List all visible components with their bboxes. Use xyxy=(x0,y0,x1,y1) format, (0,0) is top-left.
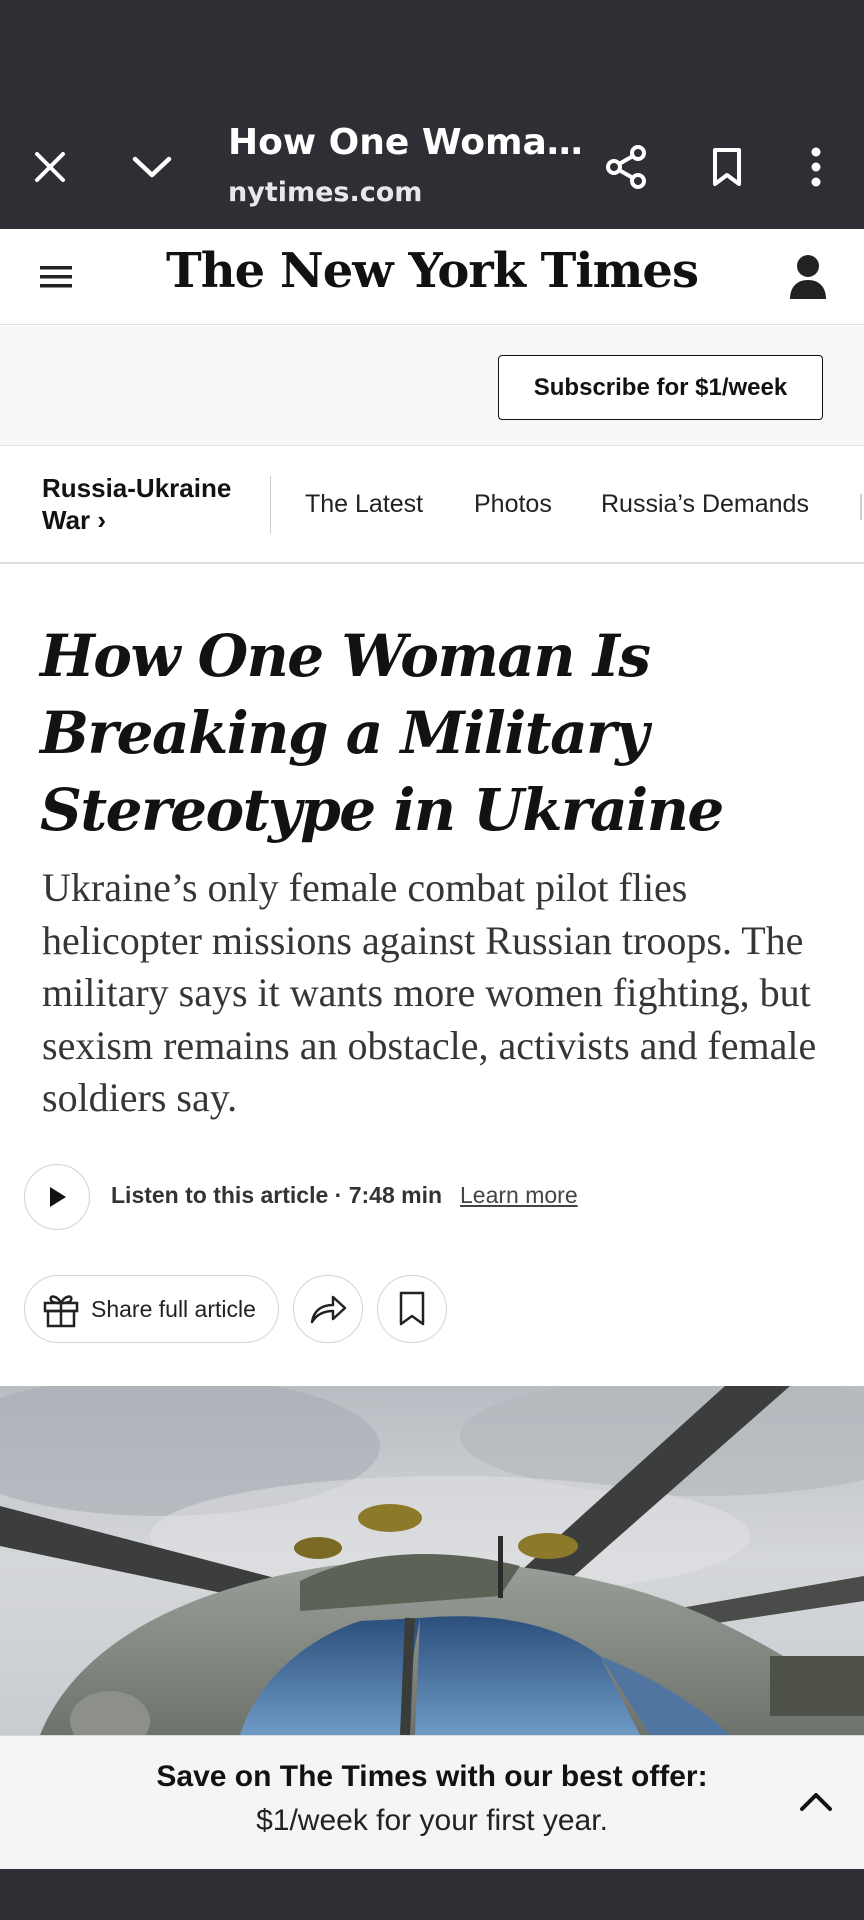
listen-label: Listen to this article · 7:48 min xyxy=(111,1182,443,1208)
close-icon[interactable] xyxy=(18,135,82,199)
share-full-article-button[interactable]: Share full article xyxy=(24,1275,279,1343)
share-icon[interactable] xyxy=(594,135,658,199)
nav-link-russias-demands[interactable]: Russia’s Demands xyxy=(601,490,809,519)
section-link-russia-ukraine-war[interactable]: Russia-Ukraine War › xyxy=(42,472,262,536)
subscribe-bar: Subscribe for $1/week xyxy=(0,326,864,446)
system-nav-bar xyxy=(0,1869,864,1920)
section-nav: Russia-Ukraine War › The Latest Photos R… xyxy=(0,446,864,564)
account-icon[interactable] xyxy=(788,253,832,301)
bookmark-icon[interactable] xyxy=(695,135,759,199)
section-label-line1: Russia-Ukraine xyxy=(42,473,232,503)
nav-link-the-latest[interactable]: The Latest xyxy=(305,490,423,519)
nav-link-photos[interactable]: Photos xyxy=(474,490,552,519)
page-url: nytimes.com xyxy=(228,177,423,208)
nyt-masthead: The New York Times xyxy=(0,229,864,325)
learn-more-link[interactable]: Learn more xyxy=(460,1182,578,1209)
gift-icon xyxy=(43,1295,79,1328)
play-icon xyxy=(50,1187,66,1207)
section-label-line2: War xyxy=(42,505,91,535)
play-button[interactable] xyxy=(24,1164,90,1230)
article-headline: How One Woman Is Breaking a Military Ste… xyxy=(40,622,724,844)
bookmark-outline-icon xyxy=(399,1291,425,1326)
forward-arrow-icon xyxy=(310,1295,347,1324)
share-button[interactable] xyxy=(293,1275,363,1343)
chevron-right-icon: › xyxy=(97,505,107,535)
offer-line1: Save on The Times with our best offer: xyxy=(156,1760,708,1793)
page-title: How One Woma… xyxy=(228,122,583,163)
nav-divider xyxy=(270,476,271,534)
nyt-logo[interactable]: The New York Times xyxy=(0,243,864,299)
chevron-down-icon[interactable] xyxy=(120,135,184,199)
chevron-up-icon[interactable] xyxy=(796,1782,836,1822)
browser-toolbar: How One Woma… nytimes.com xyxy=(0,0,864,229)
more-vert-icon[interactable] xyxy=(784,135,848,199)
article-summary: Ukraine’s only female combat pilot flies… xyxy=(42,865,817,1120)
subscribe-button[interactable]: Subscribe for $1/week xyxy=(498,355,823,420)
nav-overflow-divider xyxy=(860,494,862,520)
section-label-line2-wrap: War › xyxy=(42,504,262,536)
offer-banner[interactable]: Save on The Times with our best offer: $… xyxy=(0,1735,864,1869)
offer-line2: $1/week for your first year. xyxy=(256,1804,608,1837)
share-full-article-label: Share full article xyxy=(91,1295,256,1322)
save-article-button[interactable] xyxy=(377,1275,447,1343)
article-hero-image xyxy=(0,1386,864,1735)
